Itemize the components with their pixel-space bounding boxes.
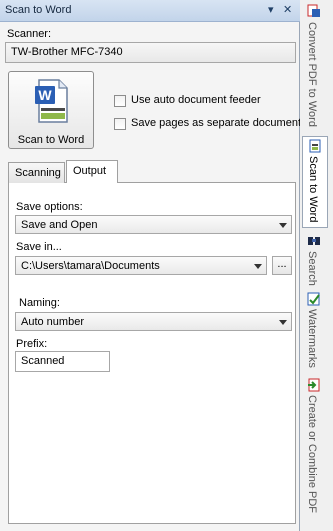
sidebar-item-search[interactable]: Search (302, 232, 328, 288)
scan-to-word-icon (309, 139, 321, 153)
pdf-to-word-icon (307, 4, 320, 17)
save-in-value: C:\Users\tamara\Documents (21, 260, 160, 272)
naming-label: Naming: (19, 297, 60, 309)
checkbox-box[interactable] (114, 95, 126, 107)
checkbox-box[interactable] (114, 118, 126, 130)
sidebar-item-label: Convert PDF to Word (306, 22, 318, 127)
combine-pdf-icon (308, 378, 320, 392)
save-in-label: Save in... (16, 241, 62, 253)
save-in-select[interactable]: C:\Users\tamara\Documents (15, 256, 267, 275)
save-options-select[interactable]: Save and Open (15, 215, 292, 234)
scan-to-word-button[interactable]: W Scan to Word (8, 71, 94, 149)
watermark-icon (307, 292, 320, 306)
chevron-down-icon (254, 264, 262, 269)
pin-dropdown-icon[interactable]: ▾ (268, 3, 274, 16)
browse-button[interactable]: ... (272, 256, 292, 275)
sidebar-item-label: Scan to Word (307, 156, 319, 223)
panel-titlebar: Scan to Word ▾ ✕ (0, 0, 300, 22)
scan-button-label: Scan to Word (17, 134, 85, 146)
sidebar-item-scan-to-word[interactable]: Scan to Word (302, 136, 328, 228)
chevron-down-icon (279, 320, 287, 325)
prefix-input[interactable]: Scanned (15, 351, 110, 372)
scan-to-word-panel: Scan to Word ▾ ✕ Scanner: TW-Brother MFC… (0, 0, 307, 531)
tab-output[interactable]: Output (66, 160, 118, 183)
naming-select[interactable]: Auto number (15, 312, 292, 331)
tab-scanning[interactable]: Scanning (8, 162, 65, 183)
sidebar-item-create-or-combine-pdf[interactable]: Create or Combine PDF (302, 376, 328, 526)
close-icon[interactable]: ✕ (283, 3, 292, 16)
naming-value: Auto number (21, 316, 84, 328)
scanner-field[interactable]: TW-Brother MFC-7340 (5, 42, 296, 63)
sidebar-item-watermarks[interactable]: Watermarks (302, 290, 328, 372)
sidebar-item-label: Create or Combine PDF (306, 395, 318, 513)
auto-feeder-label: Use auto document feeder (131, 94, 261, 106)
right-sidebar: Convert PDF to Word Scan to Word Search … (300, 0, 333, 531)
save-options-label: Save options: (16, 201, 83, 213)
sidebar-item-label: Search (306, 251, 318, 286)
sidebar-item-label: Watermarks (306, 309, 318, 368)
panel-title: Scan to Word (5, 4, 72, 16)
search-icon (308, 237, 320, 245)
scanner-label: Scanner: (7, 28, 52, 40)
chevron-down-icon (279, 223, 287, 228)
svg-text:W: W (38, 87, 52, 103)
prefix-label: Prefix: (16, 338, 48, 350)
word-document-icon: W (35, 79, 68, 123)
save-options-value: Save and Open (21, 219, 98, 231)
separate-documents-label: Save pages as separate documents (131, 117, 307, 129)
sidebar-item-convert-pdf-to-word[interactable]: Convert PDF to Word (302, 2, 328, 130)
